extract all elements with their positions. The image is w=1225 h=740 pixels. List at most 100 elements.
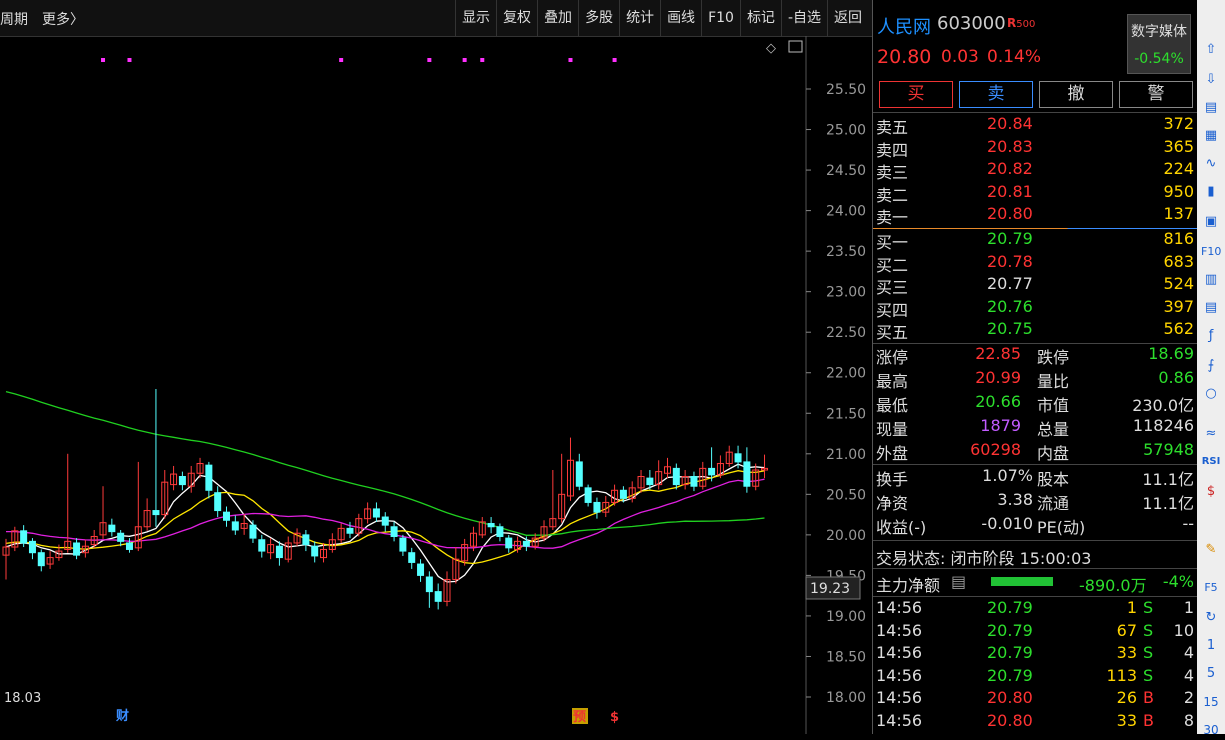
order-row[interactable]: 买三 20.77 524	[873, 274, 1197, 297]
main-flow[interactable]: 主力净额 ▤ -890.0万 -4%	[873, 570, 1197, 595]
sell-book: 卖五 20.84 372 卖四 20.83 365 卖三 20.82 224 卖二 20.81…	[873, 114, 1197, 227]
order-row[interactable]: 买二 20.78 683	[873, 252, 1197, 275]
formula-icon[interactable]: ƒ	[1201, 326, 1221, 346]
list-icon[interactable]: ▤	[1201, 98, 1221, 118]
sell-button[interactable]: 卖	[959, 81, 1033, 108]
tick-price: 20.80	[987, 710, 1033, 730]
sector-box[interactable]: 数字媒体 -0.54%	[1127, 14, 1191, 74]
dollar-icon[interactable]: $	[1201, 482, 1221, 502]
tick-price: 20.79	[987, 643, 1033, 663]
order-row[interactable]: 买一 20.79 816	[873, 229, 1197, 252]
order-label: 卖五	[876, 118, 909, 137]
tick-side: S	[1143, 643, 1154, 663]
order-row[interactable]: 卖五 20.84 372	[873, 114, 1197, 137]
period-30-button[interactable]: 30	[1201, 720, 1221, 740]
y-tick-label: 24.00	[826, 204, 866, 220]
period-5-button[interactable]: 5	[1201, 664, 1221, 684]
arrow-down-icon[interactable]: ⇩	[1201, 70, 1221, 90]
more-label[interactable]: 更多〉	[42, 12, 84, 28]
stat-value: 3.38	[997, 490, 1033, 509]
order-price: 20.77	[987, 274, 1033, 294]
f10-button[interactable]: F10	[701, 0, 740, 36]
period-1-button[interactable]: 1	[1201, 636, 1221, 656]
tick-volume: 33	[1116, 710, 1137, 730]
signal-dots	[101, 58, 617, 62]
stats-button[interactable]: 统计	[619, 0, 660, 36]
order-row[interactable]: 卖三 20.82 224	[873, 159, 1197, 182]
tick-time: 14:56	[876, 688, 923, 708]
finance-marker[interactable]: 财	[116, 708, 129, 724]
stat-value: -0.010	[981, 514, 1033, 533]
sync-icon[interactable]: ↻	[1201, 608, 1221, 628]
order-row[interactable]: 卖四 20.83 365	[873, 137, 1197, 160]
stat-label: 外盘	[876, 444, 909, 463]
tick-price: 20.79	[987, 598, 1033, 617]
wave-icon[interactable]: ≈	[1201, 424, 1221, 444]
grid-icon[interactable]: ▦	[1201, 126, 1221, 146]
f10-icon[interactable]: F10	[1201, 242, 1221, 262]
signal-dot	[568, 58, 573, 62]
arrow-up-icon[interactable]: ⇧	[1201, 40, 1221, 60]
list-icon[interactable]: ▤	[951, 572, 966, 591]
stock-name[interactable]: 人民网	[877, 13, 931, 39]
tick-volume: 1	[1126, 598, 1137, 617]
multi-stock-button[interactable]: 多股	[578, 0, 619, 36]
stat-value: 57948	[1143, 440, 1194, 459]
rsi-icon[interactable]: RSI	[1201, 452, 1221, 472]
report-icon[interactable]: ▥	[1201, 270, 1221, 290]
kline-chart[interactable]: 25.50 25.00 24.50 24.00 23.50 23.00 22.50 22.00…	[0, 36, 872, 734]
sector-pct: -0.54%	[1134, 51, 1184, 67]
candle-body	[152, 510, 160, 516]
cancel-button[interactable]: 撤	[1039, 81, 1113, 108]
adjust-button[interactable]: 复权	[496, 0, 537, 36]
period-15-button[interactable]: 15	[1201, 692, 1221, 712]
mark-button[interactable]: 标记	[739, 0, 781, 36]
notes-icon[interactable]: ▤	[1201, 298, 1221, 318]
pencil-icon[interactable]: ✎	[1201, 540, 1221, 560]
overlay-button[interactable]: 叠加	[537, 0, 578, 36]
order-row[interactable]: 买五 20.75 562	[873, 319, 1197, 342]
low-price-label: 18.03	[4, 691, 41, 706]
candle-body	[584, 487, 592, 503]
dividend-marker[interactable]: $	[610, 710, 619, 725]
candle-body	[223, 511, 230, 521]
f5-icon[interactable]: F5	[1201, 578, 1221, 598]
period-menu[interactable]: 周期 更多〉	[0, 9, 98, 29]
forecast-marker[interactable]: 预	[573, 710, 586, 725]
candle-chart-icon[interactable]: ▮	[1201, 182, 1221, 202]
candle-body	[302, 534, 310, 546]
candle-body	[20, 530, 28, 544]
order-volume: 683	[1163, 251, 1194, 271]
buy-book: 买一 20.79 816 买二 20.78 683 买三 20.77 524 买四 20.76…	[873, 229, 1197, 342]
tick-side: S	[1143, 665, 1154, 685]
function-icon[interactable]: ⨍	[1201, 356, 1221, 376]
candle-body	[487, 523, 495, 528]
windows-icon[interactable]: ▣	[1201, 212, 1221, 232]
back-button[interactable]: 返回	[827, 0, 868, 36]
period-label[interactable]: 周期	[0, 12, 28, 28]
buy-button[interactable]: 买	[879, 81, 953, 108]
order-row[interactable]: 卖一 20.80 137	[873, 204, 1197, 227]
side-toolbar: ⇧ ⇩ ▤ ▦ ∿ ▮ ▣ F10 ▥ ▤ ƒ ⨍ ○ ≈ RSI $ ✎ F5…	[1197, 0, 1225, 737]
candle-body	[743, 461, 751, 487]
draw-button[interactable]: 画线	[660, 0, 701, 36]
y-tick-label: 21.50	[826, 406, 866, 422]
stat-value: 20.66	[975, 392, 1021, 411]
panel-toggle-icon[interactable]	[788, 40, 803, 53]
alert-button[interactable]: 警	[1119, 81, 1193, 108]
candle-body	[408, 552, 416, 563]
remove-watch-button[interactable]: -自选	[780, 0, 827, 36]
tick-count: 4	[1183, 643, 1194, 663]
line-chart-icon[interactable]: ∿	[1201, 154, 1221, 174]
order-row[interactable]: 卖二 20.81 950	[873, 182, 1197, 205]
circle-icon[interactable]: ○	[1201, 384, 1221, 404]
stat-value: 1.07%	[982, 466, 1033, 485]
order-label: 卖二	[876, 185, 909, 205]
diamond-icon[interactable]: ◇	[766, 41, 776, 56]
display-button[interactable]: 显示	[455, 0, 496, 36]
order-price: 20.84	[987, 114, 1033, 133]
stat-label: 最高	[876, 372, 909, 391]
candle-body	[425, 576, 433, 593]
tick-count: 8	[1183, 710, 1194, 730]
order-row[interactable]: 买四 20.76 397	[873, 297, 1197, 320]
